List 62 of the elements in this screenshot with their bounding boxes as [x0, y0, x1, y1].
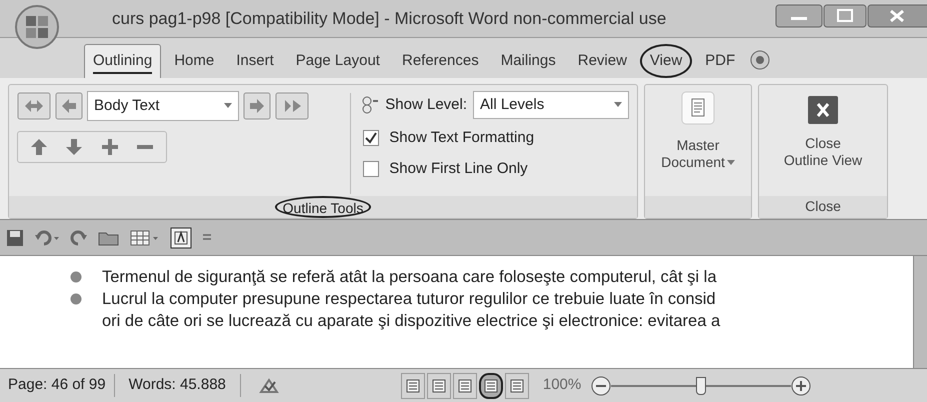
page-lines-icon: [510, 378, 524, 392]
group-label: Close: [805, 197, 841, 216]
outline-text-line: Termenul de siguranţă se referă atât la persoana care foloseşte computerul, cât şi la: [102, 266, 716, 288]
show-level-icon: [361, 96, 380, 114]
zoom-slider[interactable]: [611, 376, 792, 396]
vertical-scrollbar[interactable]: [913, 256, 927, 368]
zoom-in-icon[interactable]: [791, 376, 812, 396]
minimize-icon[interactable]: [775, 4, 823, 28]
group-label: Outline Tools: [274, 196, 372, 218]
ribbon-tab[interactable]: References: [392, 44, 488, 78]
outline-text-line: ori de câte ori se lucrează cu aparate şi dispozitive electrice şi electronice: evitarea a: [102, 310, 720, 332]
help-icon[interactable]: [750, 50, 770, 70]
text-box-icon[interactable]: [170, 226, 192, 248]
window-title: curs pag1-p98 [Compatibility Mode] - Microsoft Word non-commercial use: [112, 8, 666, 30]
view-button[interactable]: [426, 372, 451, 398]
proofing-icon[interactable]: [256, 376, 281, 396]
page-lines-icon: [432, 378, 446, 392]
page-lines-icon: [484, 378, 498, 392]
dropdown-arrow-icon: [614, 102, 622, 108]
promote-to-heading-icon[interactable]: [17, 92, 51, 120]
zoom-level[interactable]: 100%: [542, 374, 582, 397]
promote-icon[interactable]: [55, 92, 83, 120]
document-icon: [681, 91, 715, 125]
ribbon-tab[interactable]: Insert: [227, 44, 283, 78]
page-lines-icon: [458, 378, 472, 392]
page-lines-icon: [406, 378, 420, 392]
close-icon: [807, 95, 839, 125]
checkbox-label: Show Text Formatting: [389, 128, 534, 148]
close-icon[interactable]: [867, 4, 927, 28]
bullet-icon: [70, 293, 82, 305]
maximize-icon[interactable]: [823, 4, 867, 28]
show-level-label: Show Level:: [385, 94, 467, 115]
close-outline-view-button[interactable]: Close Outline View: [759, 85, 887, 196]
undo-icon[interactable]: [34, 228, 60, 246]
checkbox[interactable]: [363, 160, 380, 177]
ribbon-tab[interactable]: Review: [568, 44, 636, 78]
ribbon-tab[interactable]: Outlining: [84, 44, 162, 78]
bullet-icon: [70, 271, 82, 283]
checkbox[interactable]: [363, 130, 380, 146]
view-button[interactable]: [504, 372, 529, 398]
table-icon[interactable]: [130, 228, 160, 246]
master-document-button[interactable]: Master Document: [645, 85, 751, 196]
view-button[interactable]: [478, 372, 503, 398]
view-button[interactable]: [452, 372, 477, 398]
ribbon-tab[interactable]: Page Layout: [286, 44, 389, 78]
page-count[interactable]: Page: 46 of 99: [0, 374, 115, 397]
dropdown-arrow-icon: [224, 103, 232, 109]
ribbon-tab[interactable]: PDF: [696, 44, 744, 78]
zoom-out-icon[interactable]: [591, 376, 612, 396]
demote-to-body-text-icon[interactable]: [275, 92, 309, 120]
ribbon-tab[interactable]: Home: [165, 44, 224, 78]
dropdown-arrow-icon: [726, 160, 735, 166]
outline-text-line: Lucrul la computer presupune respectarea tuturor regulilor ce trebuie luate în consid: [102, 288, 716, 310]
checkbox-label: Show First Line Only: [389, 158, 528, 178]
save-icon[interactable]: [6, 228, 24, 246]
ribbon-tab[interactable]: Mailings: [492, 44, 565, 78]
show-level-dropdown[interactable]: All Levels: [473, 91, 629, 119]
outline-level-dropdown[interactable]: Body Text: [87, 91, 239, 121]
redo-icon[interactable]: [70, 228, 88, 246]
view-button[interactable]: [400, 372, 425, 398]
word-count[interactable]: Words: 45.888: [114, 374, 241, 397]
demote-icon[interactable]: [243, 92, 271, 120]
